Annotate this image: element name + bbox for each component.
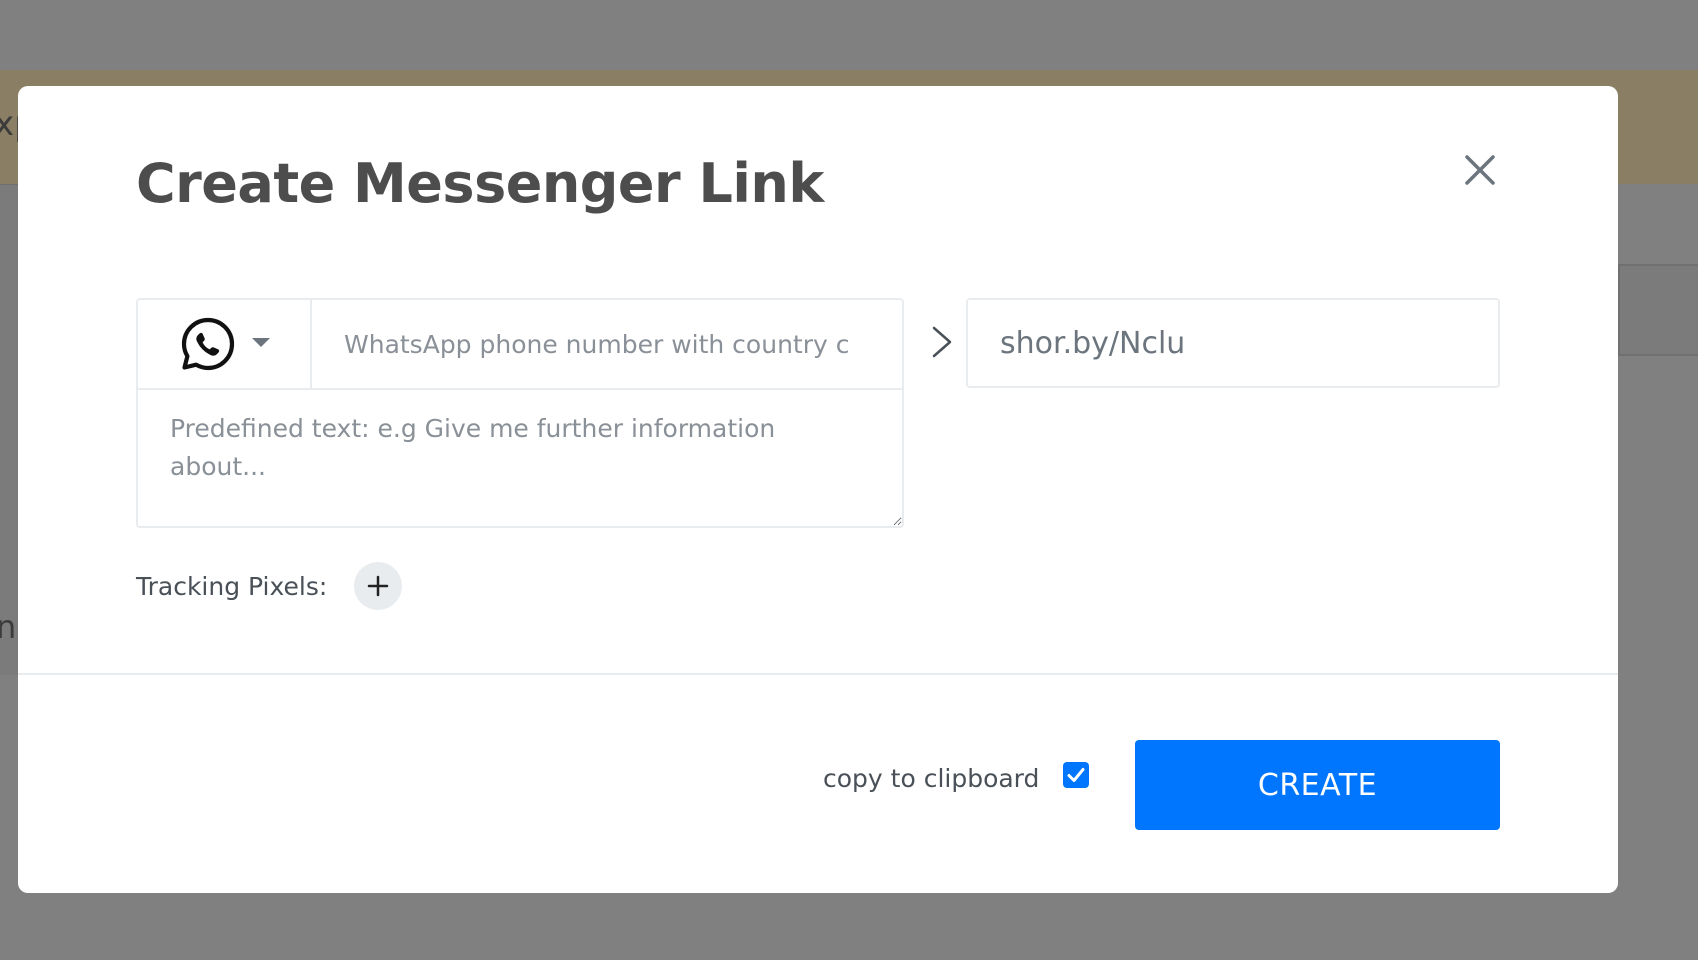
background-panel-right bbox=[1618, 264, 1698, 356]
close-button[interactable] bbox=[1460, 150, 1500, 190]
create-button[interactable]: CREATE bbox=[1135, 740, 1500, 830]
footer-divider bbox=[18, 673, 1618, 675]
close-icon bbox=[1465, 155, 1495, 185]
create-messenger-link-modal: Create Messenger Link WhatsApp phone num… bbox=[18, 86, 1618, 893]
short-link-input[interactable] bbox=[966, 298, 1500, 388]
chevron-right-icon bbox=[928, 322, 956, 362]
add-tracking-pixel-button[interactable] bbox=[354, 562, 402, 610]
whatsapp-icon bbox=[180, 316, 236, 372]
phone-row bbox=[138, 300, 902, 390]
messenger-input-group bbox=[136, 298, 904, 528]
copy-to-clipboard-label: copy to clipboard bbox=[823, 764, 1040, 793]
copy-to-clipboard-checkbox[interactable] bbox=[1063, 762, 1089, 788]
plus-icon bbox=[367, 575, 389, 597]
predefined-text-input[interactable] bbox=[138, 390, 902, 526]
tracking-pixels-label: Tracking Pixels: bbox=[136, 572, 328, 601]
background-text-fragment-2: n bbox=[0, 608, 17, 646]
modal-title: Create Messenger Link bbox=[136, 152, 824, 215]
checkmark-icon bbox=[1067, 768, 1085, 782]
platform-dropdown[interactable] bbox=[138, 300, 312, 388]
chevron-down-icon bbox=[252, 338, 270, 347]
phone-number-input[interactable] bbox=[312, 300, 902, 388]
